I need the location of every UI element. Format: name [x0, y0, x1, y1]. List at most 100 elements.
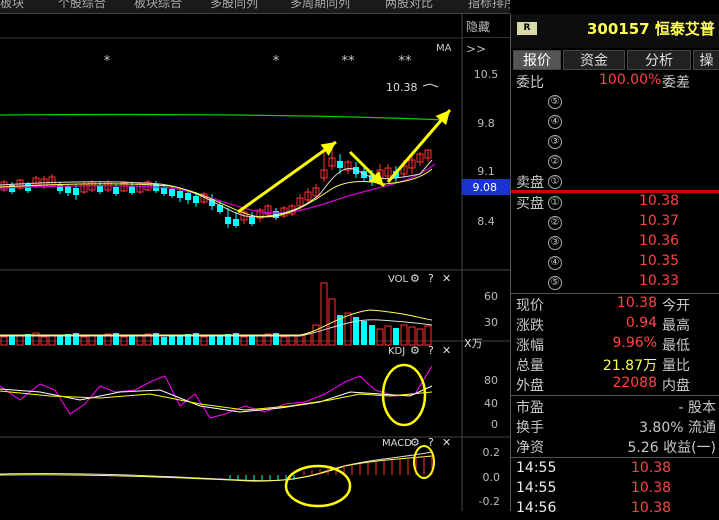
candle-down [73, 188, 79, 195]
quote-tabs: 报价 资金 分析 操 [511, 50, 719, 72]
limit-up-star: * [104, 54, 111, 69]
sell-level-row: ① 卖盘 [511, 172, 719, 192]
buy-level-row: ② 10.37 [511, 213, 719, 233]
toolbar-tab[interactable]: 两股对比 [385, 0, 433, 11]
tick-row: 14:56 10.38 [516, 500, 672, 516]
vol-axis-label: 30 [484, 316, 498, 329]
candle-down [169, 189, 175, 196]
volume-bar-down [369, 325, 375, 345]
stat-row: 换手 3.80% 流通 [516, 420, 716, 436]
stat-row: 净资 5.26 收益(一) [516, 440, 716, 456]
buy-level-row: ⑤ 10.33 [511, 273, 719, 293]
candle-down [193, 196, 199, 203]
toolbar-tab[interactable]: 多股同列 [210, 0, 258, 11]
volume-bar-up [384, 325, 392, 346]
help-icon: ? [428, 344, 434, 357]
volume-bar-up [408, 326, 416, 346]
price-axis-label: 8.4 [477, 215, 495, 228]
price-axis-label: 10.5 [474, 68, 499, 81]
toolbar-tab[interactable]: 板块综合 [134, 0, 182, 11]
tick-row: 14:55 10.38 [516, 480, 672, 496]
buy-level-row: 买盘 ① 10.38 [516, 193, 680, 212]
candle-down [177, 191, 183, 198]
volume-bar-up [320, 282, 328, 346]
current-price-value: 9.08 [473, 181, 498, 194]
volume-bar-up [416, 328, 424, 346]
gear-icon: ⚙ [410, 344, 420, 357]
candle-down [233, 219, 239, 226]
top-toolbar: 板块个股综合板块综合多股同列多周期同列两股对比指标排序阶段统计股票预警 [0, 0, 510, 14]
gear-icon: ⚙ [410, 436, 420, 449]
volume-bar-down [249, 336, 255, 345]
sell-level-row: ③ [511, 132, 719, 152]
weibi-row: 委比 100.00% 委差 [516, 72, 690, 91]
sell-level-row: ④ [511, 112, 719, 132]
vol-axis-label: 60 [484, 290, 498, 303]
ma-yellow-line [0, 168, 433, 218]
kdj-d-line [0, 390, 433, 411]
kline-chart[interactable]: 10.59.89.18.49.08MA10.38* * ** **VOL ⚙? ✕6030… [0, 14, 510, 511]
volume-bar-up [312, 324, 320, 346]
stat-row: 市盈 - 股本 [516, 400, 716, 416]
macd-axis-label: 0.0 [483, 471, 501, 484]
limit-up-star: ** [399, 54, 413, 69]
trend-arrow-up-2 [386, 109, 452, 183]
toolbar-tab[interactable]: 个股综合 [58, 0, 106, 11]
stat-row: 总量 21.87万 量比 [516, 358, 690, 374]
volume-bar-down [209, 336, 215, 345]
tab-quote[interactable]: 报价 [513, 50, 561, 70]
kdj-axis-label: 40 [484, 397, 498, 410]
tab-analysis[interactable]: 分析 [627, 50, 691, 70]
ma-label: MA [436, 43, 452, 54]
tab-fund[interactable]: 资金 [563, 50, 625, 70]
quote-panel: R 300157 恒泰艾普 报价 资金 分析 操 委比 100.00% 委差 ⑤ ④ ③ ②… [510, 14, 719, 516]
buy-level-row: ③ 10.36 [511, 233, 719, 253]
toolbar-tab[interactable]: 指标排序 [468, 0, 510, 11]
close-icon: ✕ [442, 436, 451, 449]
volume-bar-down [129, 336, 135, 345]
kdj-label: KDJ [388, 346, 405, 357]
stat-row: 涨跌 0.94 最高 [516, 315, 690, 334]
hide-panel-button[interactable]: 隐藏>> [462, 16, 510, 56]
stock-code-name: 300157 恒泰艾普 [587, 18, 715, 39]
quote-header: R 300157 恒泰艾普 [511, 14, 719, 48]
limit-up-star: ** [342, 54, 356, 69]
toolbar-tab[interactable]: 多周期同列 [290, 0, 350, 11]
toolbar-tab[interactable]: 板块 [0, 0, 24, 11]
candle-down [225, 217, 231, 224]
vol-ma-white [0, 319, 433, 337]
candle-down [185, 193, 191, 200]
candle-down [65, 186, 71, 193]
help-icon: ? [428, 436, 434, 449]
vol-ma-yellow [0, 309, 433, 336]
vol-unit-label: X万 [464, 337, 483, 350]
volume-bar-up [376, 328, 384, 346]
last-price-pointer [422, 83, 439, 88]
tick-row: 14:55 10.38 [516, 460, 672, 476]
last-price-label: 10.38 [386, 81, 418, 94]
macd-axis-label: 0.2 [483, 446, 501, 459]
divider [511, 293, 719, 294]
volume-bar-down [393, 328, 399, 345]
kdj-k-line [0, 385, 433, 413]
volume-bar-up [344, 312, 352, 346]
volume-bar-up [304, 333, 312, 346]
buy-level-row: ④ 10.35 [511, 253, 719, 273]
volume-bar-up [424, 325, 432, 346]
volume-bar-down [169, 336, 175, 345]
volume-bar-up [400, 324, 408, 346]
limit-up-star: * [273, 54, 280, 69]
sell-level-row: ② [511, 152, 719, 172]
stat-row: 涨幅 9.96% 最低 [516, 335, 690, 354]
stock-name: 恒泰艾普 [654, 20, 715, 38]
ma-green-line [0, 113, 446, 121]
divider [511, 395, 719, 396]
price-axis-label: 9.8 [477, 117, 495, 130]
stat-row: 现价 10.38 今开 [516, 295, 690, 314]
macd-axis-label: -0.2 [479, 495, 500, 508]
volume-bar-down [161, 337, 167, 345]
tab-operation[interactable]: 操 [693, 50, 719, 70]
macd-label: MACD [382, 438, 412, 449]
kdj-axis-label: 0 [491, 418, 498, 431]
vol-label: VOL [388, 274, 409, 285]
